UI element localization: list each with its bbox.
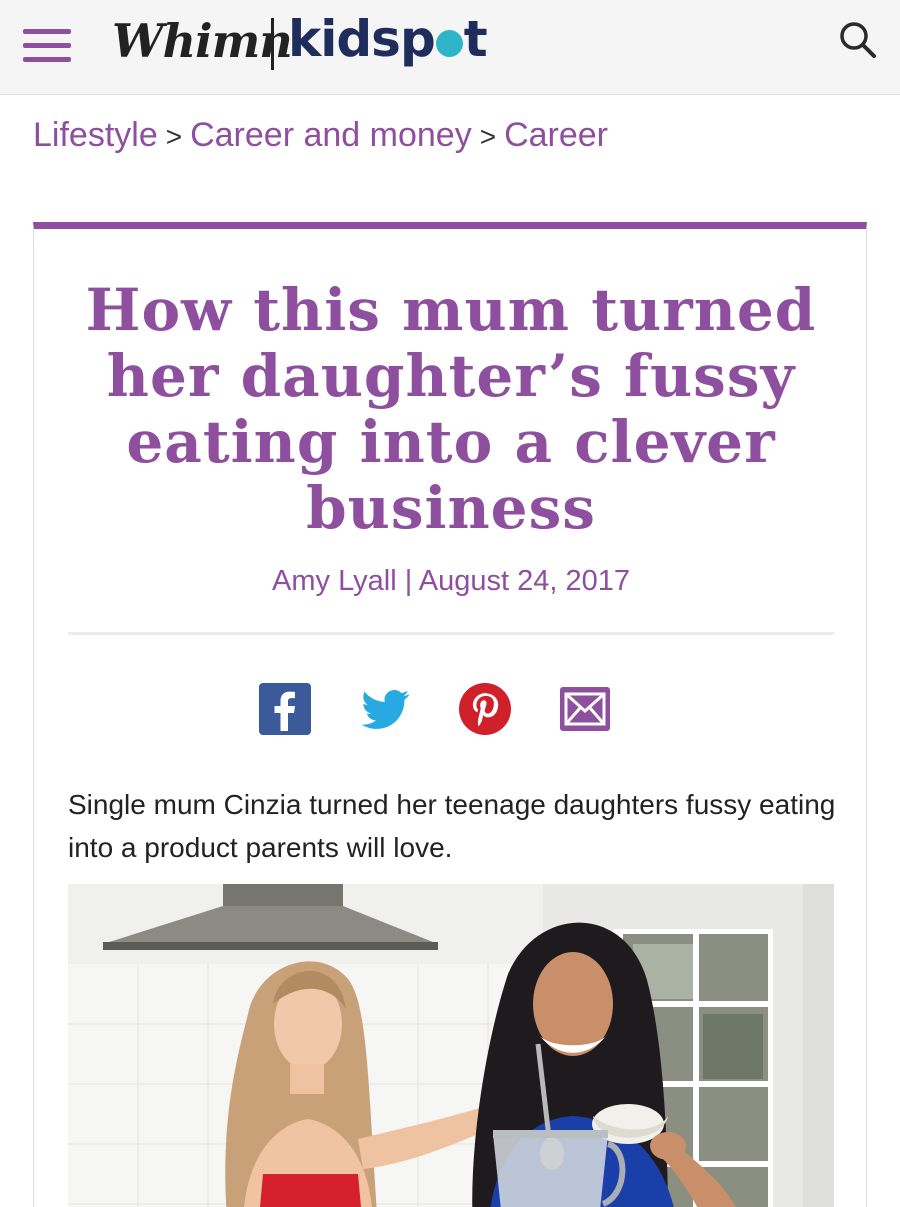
hamburger-menu-icon[interactable]	[23, 26, 73, 66]
logo-divider	[271, 18, 274, 70]
author-link[interactable]: Amy Lyall	[272, 565, 397, 597]
breadcrumb-career-and-money[interactable]: Career and money	[190, 116, 472, 154]
menu-bar	[23, 57, 71, 62]
kidspot-logo-dot	[435, 30, 463, 57]
article-byline: Amy Lyall | August 24, 2017	[34, 565, 868, 598]
article-hero-image	[68, 884, 834, 1207]
breadcrumb-separator: >	[479, 121, 497, 152]
article-title: How this mum turned her daughter’s fussy…	[85, 276, 817, 542]
article-lede: Single mum Cinzia turned her teenage dau…	[68, 789, 836, 863]
facebook-icon[interactable]	[257, 681, 313, 737]
breadcrumb-lifestyle[interactable]: Lifestyle	[33, 116, 158, 154]
divider	[68, 632, 834, 635]
breadcrumb: Lifestyle > Career and money > Career	[33, 116, 608, 160]
search-icon[interactable]	[836, 18, 880, 62]
breadcrumb-career[interactable]: Career	[504, 116, 608, 154]
publish-date: August 24, 2017	[418, 565, 630, 597]
menu-bar	[23, 43, 71, 48]
twitter-icon[interactable]	[357, 681, 413, 737]
breadcrumb-separator: >	[165, 121, 183, 152]
kidspot-logo-suffix: t	[463, 10, 488, 68]
pinterest-icon[interactable]	[457, 681, 513, 737]
whimn-logo[interactable]: Whimn	[112, 14, 293, 68]
site-header: Whimn kidsp t	[0, 0, 900, 95]
email-icon[interactable]	[557, 681, 613, 737]
menu-bar	[23, 29, 71, 34]
byline-separator: |	[404, 565, 413, 597]
kidspot-logo-prefix: kidsp	[288, 10, 436, 68]
kidspot-logo[interactable]: kidsp t	[288, 10, 488, 68]
photo-mother-and-daughter-cooking	[68, 884, 834, 1207]
share-bar	[257, 681, 617, 737]
article-card: How this mum turned her daughter’s fussy…	[33, 222, 867, 1207]
